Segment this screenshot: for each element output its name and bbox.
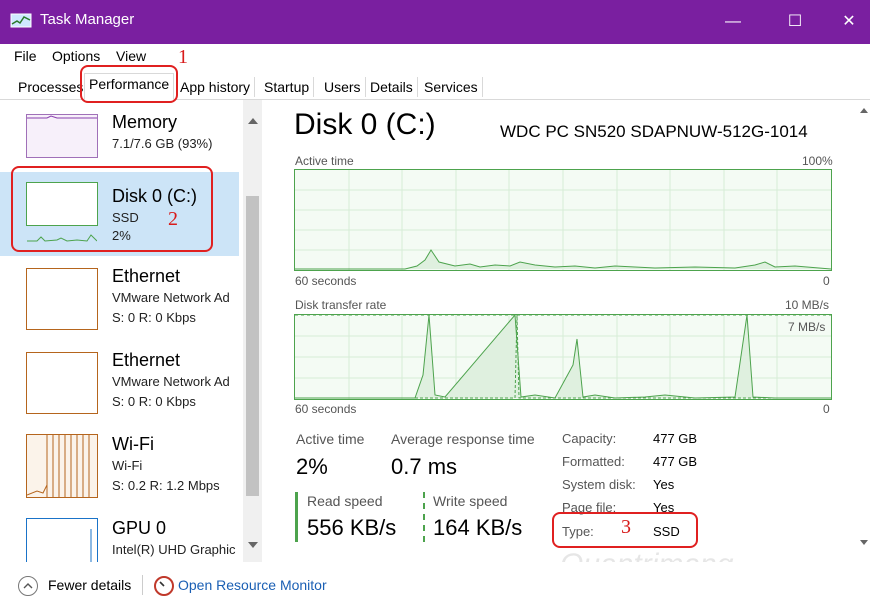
wifi-title: Wi-Fi: [112, 434, 154, 454]
graph1-min: 0: [823, 274, 830, 288]
ethernet-1-throughput: S: 0 R: 0 Kbps: [112, 310, 196, 325]
detail-title: Disk 0 (C:): [294, 108, 436, 141]
scroll-down-icon[interactable]: [248, 542, 258, 548]
disk-model: WDC PC SN520 SDAPNUW-512G-1014: [500, 122, 808, 141]
system-disk-value: Yes: [653, 477, 675, 492]
footer-divider: [142, 575, 143, 595]
active-time-graph: [294, 169, 832, 271]
read-speed-bar: [295, 492, 298, 542]
system-disk-label: System disk:: [562, 477, 636, 492]
formatted-value: 477 GB: [653, 454, 698, 469]
graph2-time: 60 seconds: [295, 402, 357, 416]
resource-item-wifi[interactable]: Wi-Fi Wi-Fi S: 0.2 R: 1.2 Mbps: [0, 428, 243, 508]
response-time-label: Average response time: [391, 431, 535, 447]
write-speed-value: 164 KB/s: [433, 515, 523, 540]
minimize-button[interactable]: —: [710, 0, 756, 44]
tab-details[interactable]: Details: [366, 77, 418, 97]
resource-item-gpu[interactable]: GPU 0 Intel(R) UHD Graphic: [0, 512, 243, 562]
menu-options[interactable]: Options: [52, 48, 100, 64]
graph2-max: 10 MB/s: [785, 298, 830, 312]
task-manager-app-icon: [10, 13, 32, 28]
ethernet-1-adapter: VMware Network Ad: [112, 290, 230, 305]
ethernet-1-thumbnail: [26, 268, 98, 330]
footer: Fewer details Open Resource Monitor: [0, 562, 870, 610]
annotation-number-1: 1: [178, 46, 188, 68]
resource-item-ethernet-2[interactable]: Ethernet VMware Network Ad S: 0 R: 0 Kbp…: [0, 344, 243, 424]
maximize-button[interactable]: ☐: [772, 0, 818, 44]
response-time-value: 0.7 ms: [391, 454, 458, 479]
capacity-label: Capacity:: [562, 431, 617, 446]
annotation-box-2: [11, 166, 213, 252]
gpu-title: GPU 0: [112, 518, 167, 538]
graph1-label: Active time: [295, 154, 354, 168]
memory-title: Memory: [112, 112, 178, 132]
memory-usage: 7.1/7.6 GB (93%): [112, 136, 213, 151]
memory-thumbnail: [26, 114, 98, 158]
menu-view[interactable]: View: [116, 48, 146, 64]
wifi-adapter: Wi-Fi: [112, 458, 143, 473]
ethernet-1-title: Ethernet: [112, 266, 181, 286]
annotation-box-1: [80, 65, 178, 103]
graph2-min: 0: [823, 402, 830, 416]
fewer-details-link[interactable]: Fewer details: [48, 577, 131, 593]
graph2-mark: 7 MB/s: [788, 320, 826, 334]
tab-app-history[interactable]: App history: [176, 77, 256, 97]
scroll-up-icon[interactable]: [248, 118, 258, 124]
ethernet-2-throughput: S: 0 R: 0 Kbps: [112, 394, 196, 409]
annotation-number-3: 3: [621, 516, 631, 538]
resource-list-scroll-thumb[interactable]: [246, 196, 259, 496]
graph1-max: 100%: [802, 154, 833, 168]
formatted-label: Formatted:: [562, 454, 625, 469]
ethernet-2-thumbnail: [26, 352, 98, 414]
wifi-throughput: S: 0.2 R: 1.2 Mbps: [112, 478, 220, 493]
write-speed-bar: [423, 492, 425, 542]
menu-file[interactable]: File: [14, 48, 37, 64]
resource-list-scrollbar[interactable]: [243, 100, 262, 562]
fewer-details-chevron-icon[interactable]: [18, 576, 38, 596]
detail-scroll-up-icon[interactable]: [860, 108, 868, 113]
read-speed-value: 556 KB/s: [307, 515, 397, 540]
tab-users[interactable]: Users: [320, 77, 366, 97]
menu-bar: File Options View: [0, 44, 870, 66]
resource-item-ethernet-1[interactable]: Ethernet VMware Network Ad S: 0 R: 0 Kbp…: [0, 260, 243, 340]
window-title: Task Manager: [40, 11, 135, 28]
close-button[interactable]: ✕: [826, 0, 870, 44]
graph1-time: 60 seconds: [295, 274, 357, 288]
read-speed-label: Read speed: [307, 493, 383, 509]
tab-services[interactable]: Services: [420, 77, 483, 97]
tab-startup[interactable]: Startup: [260, 77, 315, 97]
gpu-model: Intel(R) UHD Graphic: [112, 542, 236, 557]
active-time-label: Active time: [296, 431, 365, 447]
detail-scroll-down-icon[interactable]: [860, 540, 868, 545]
detail-scrollbar[interactable]: [858, 100, 870, 562]
open-resource-monitor-link[interactable]: Open Resource Monitor: [178, 577, 327, 593]
wifi-thumbnail: [26, 434, 98, 498]
tab-processes[interactable]: Processes: [14, 77, 89, 97]
active-time-value: 2%: [296, 454, 328, 479]
resource-item-memory[interactable]: Memory 7.1/7.6 GB (93%): [0, 100, 243, 164]
capacity-value: 477 GB: [653, 431, 698, 446]
write-speed-label: Write speed: [433, 493, 508, 509]
graph2-label: Disk transfer rate: [295, 298, 387, 312]
title-bar: Task Manager — ☐ ✕: [0, 0, 870, 44]
annotation-number-2: 2: [168, 208, 178, 230]
gpu-thumbnail: [26, 518, 98, 562]
transfer-rate-graph: [294, 314, 832, 400]
resource-monitor-icon[interactable]: [154, 576, 174, 596]
ethernet-2-adapter: VMware Network Ad: [112, 374, 230, 389]
ethernet-2-title: Ethernet: [112, 350, 181, 370]
